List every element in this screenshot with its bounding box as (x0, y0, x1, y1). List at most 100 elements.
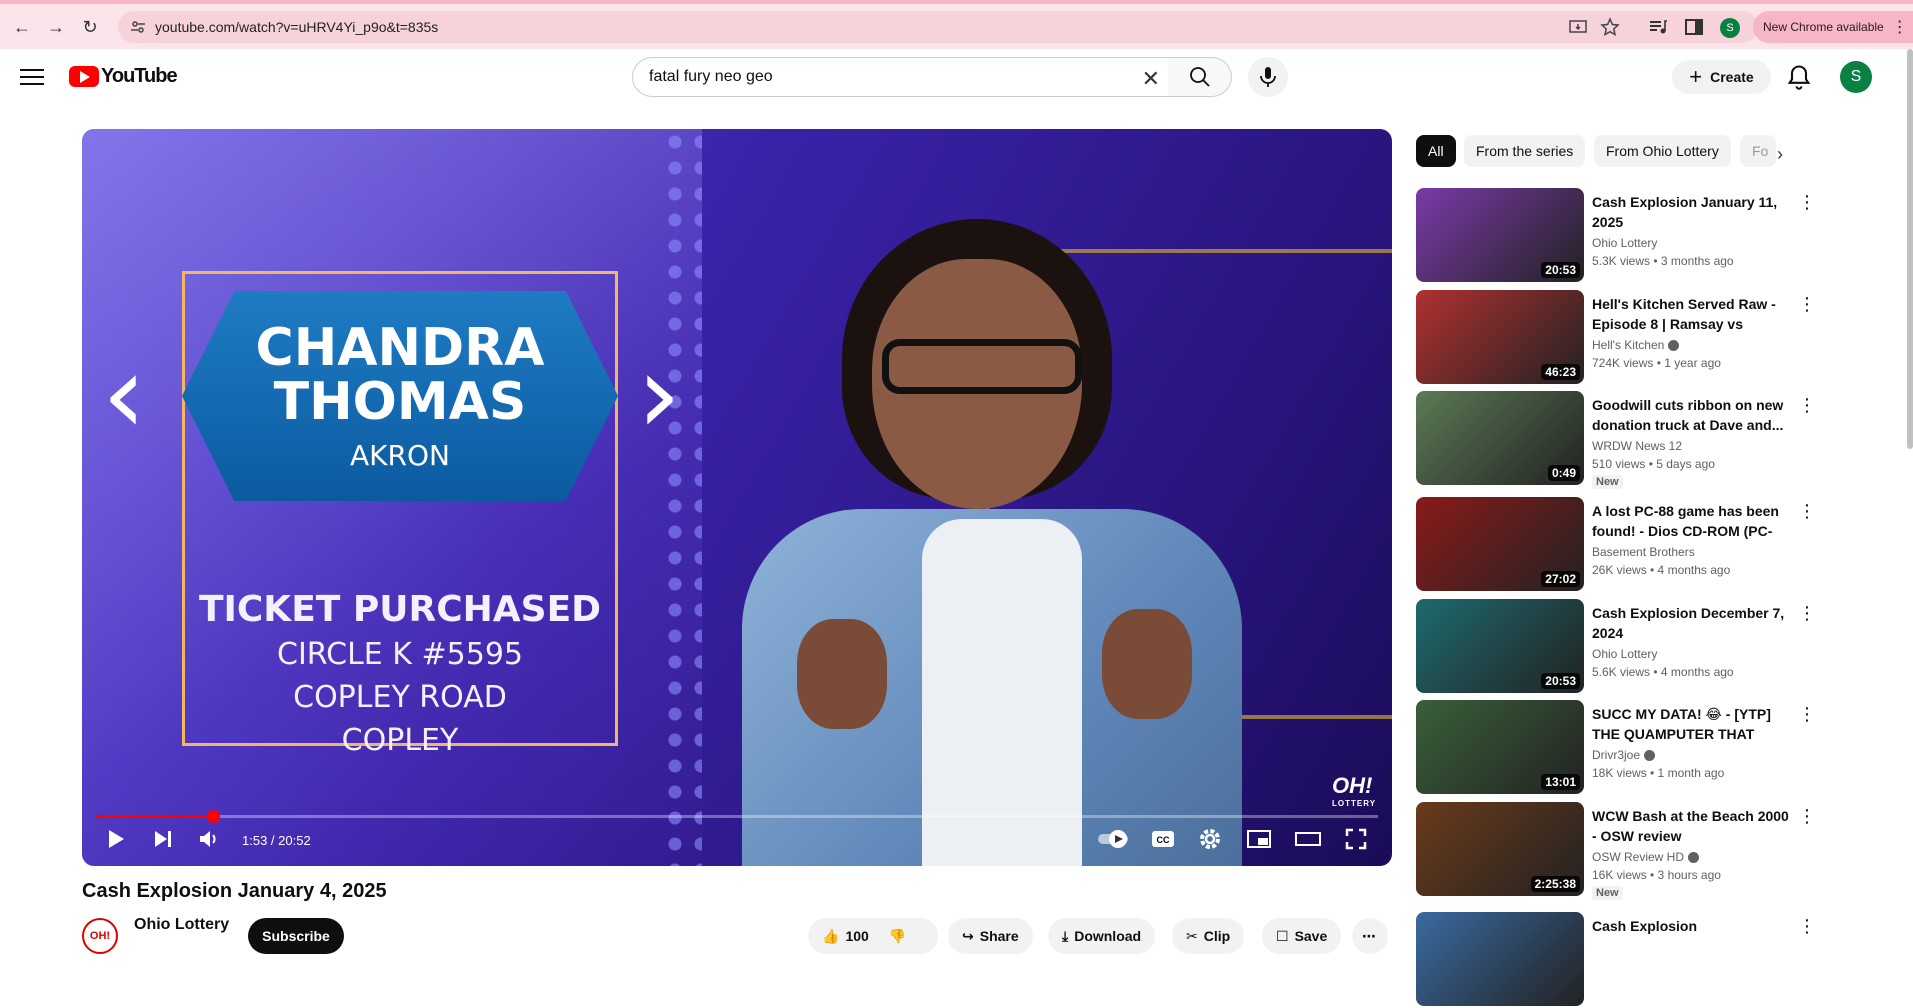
chevron-right-icon[interactable]: › (1777, 144, 1783, 165)
recommendation-title[interactable]: Cash Explosion (1592, 916, 1792, 936)
miniplayer-icon[interactable] (1246, 827, 1272, 851)
contestant-figure (702, 219, 1262, 866)
install-app-icon[interactable] (1568, 17, 1588, 37)
recommendation-item[interactable]: 20:53 Cash Explosion December 7, 2024 Ohio… (1416, 599, 1896, 695)
clip-button[interactable]: ✂ Clip (1172, 918, 1245, 954)
back-icon[interactable]: ← (8, 13, 36, 41)
recommendation-channel[interactable]: Hell's Kitchen (1592, 338, 1680, 352)
chip-from-series[interactable]: From the series (1464, 135, 1586, 167)
progress-bar[interactable] (96, 810, 1378, 823)
chip-truncated[interactable]: Fo (1740, 135, 1776, 167)
share-button[interactable]: ↪ Share (948, 918, 1033, 954)
forward-icon[interactable]: → (42, 13, 70, 41)
chrome-profile-avatar[interactable]: S (1720, 18, 1740, 38)
clip-label: Clip (1203, 928, 1231, 944)
video-thumbnail[interactable]: 13:01 (1416, 700, 1584, 794)
more-vertical-icon[interactable]: ⋮ (1798, 395, 1816, 416)
recommendation-item[interactable]: 13:01 SUCC MY DATA! 😂 - [YTP] THE QUAMPUT… (1416, 700, 1896, 796)
video-thumbnail[interactable]: 20:53 (1416, 188, 1584, 282)
progress-scrubber[interactable] (206, 810, 220, 823)
side-panel-icon[interactable] (1684, 17, 1704, 37)
recommendation-title[interactable]: WCW Bash at the Beach 2000 - OSW review (1592, 806, 1792, 846)
youtube-logo[interactable]: YouTube (69, 65, 178, 88)
account-avatar[interactable]: S (1840, 61, 1872, 93)
settings-gear-icon[interactable] (1198, 827, 1222, 851)
more-vertical-icon[interactable]: ⋮ (1798, 501, 1816, 522)
page-scrollbar[interactable] (1907, 49, 1913, 449)
video-thumbnail[interactable]: 46:23 (1416, 290, 1584, 384)
notifications-bell-icon[interactable] (1785, 63, 1813, 91)
voice-search-button[interactable] (1248, 57, 1288, 97)
chip-all[interactable]: All (1416, 135, 1456, 167)
more-vertical-icon[interactable]: ⋮ (1798, 916, 1816, 937)
recommendation-title[interactable]: Cash Explosion December 7, 2024 (1592, 603, 1792, 643)
recommendation-title[interactable]: Goodwill cuts ribbon on new donation tru… (1592, 395, 1792, 435)
search-button[interactable] (1168, 57, 1232, 97)
more-vertical-icon[interactable]: ⋮ (1798, 704, 1816, 725)
ticket-info: TICKET PURCHASED CIRCLE K #5595 COPLEY R… (182, 589, 618, 759)
media-controls-icon[interactable] (1648, 17, 1668, 37)
recommendation-item[interactable]: 20:53 Cash Explosion January 11, 2025 Ohio… (1416, 188, 1896, 284)
more-vertical-icon[interactable]: ⋮ (1798, 603, 1816, 624)
create-button[interactable]: + Create (1672, 60, 1771, 94)
volume-icon[interactable] (198, 827, 220, 851)
more-vertical-icon[interactable]: ⋮ (1798, 806, 1816, 827)
recommendation-item[interactable]: 27:02 A lost PC-88 game has been found! -… (1416, 497, 1896, 593)
search-input[interactable] (649, 68, 1109, 86)
kebab-menu-icon[interactable]: ⋮ (1892, 17, 1908, 37)
video-thumbnail[interactable]: 0:49 (1416, 391, 1584, 485)
recommendation-channel[interactable]: Ohio Lottery (1592, 647, 1657, 661)
recommendation-channel[interactable]: WRDW News 12 (1592, 439, 1682, 453)
recommendation-meta: 16K views • 3 hours ago (1592, 868, 1721, 882)
hamburger-menu-icon[interactable] (20, 66, 44, 86)
video-thumbnail[interactable]: 20:53 (1416, 599, 1584, 693)
duration-badge: 0:49 (1547, 465, 1580, 481)
recommendation-item[interactable]: Cash Explosion ⋮ (1416, 912, 1896, 1008)
recommendation-channel[interactable]: Drivr3joe (1592, 748, 1656, 762)
recommendation-channel[interactable]: OSW Review HD (1592, 850, 1700, 864)
video-thumbnail[interactable]: 2:25:38 (1416, 802, 1584, 896)
ticket-road: COPLEY ROAD (293, 680, 507, 715)
recommendation-item[interactable]: 2:25:38 WCW Bash at the Beach 2000 - OSW … (1416, 802, 1896, 900)
more-horizontal-icon: ⋯ (1362, 927, 1376, 944)
more-vertical-icon[interactable]: ⋮ (1798, 294, 1816, 315)
recommendation-channel[interactable]: Basement Brothers (1592, 545, 1695, 559)
video-player[interactable]: CHANDRA THOMAS AKRON ‹ › TICKET PURCHASE… (82, 129, 1392, 866)
theater-mode-icon[interactable] (1294, 827, 1322, 851)
subscribe-button[interactable]: Subscribe (248, 918, 344, 954)
recommendation-item[interactable]: 0:49 Goodwill cuts ribbon on new donation… (1416, 391, 1896, 489)
captions-icon[interactable]: CC (1150, 827, 1176, 851)
duration-badge: 27:02 (1541, 571, 1580, 587)
recommendation-title[interactable]: Cash Explosion January 11, 2025 (1592, 192, 1792, 232)
save-playlist-icon: ☐ (1276, 927, 1289, 944)
video-thumbnail[interactable] (1416, 912, 1584, 1006)
site-settings-icon[interactable] (130, 19, 146, 35)
recommendation-title[interactable]: Hell's Kitchen Served Raw - Episode 8 | … (1592, 294, 1792, 334)
channel-name[interactable]: Ohio Lottery (134, 916, 229, 934)
next-video-icon[interactable] (152, 827, 174, 851)
recommendation-meta: 5.6K views • 4 months ago (1592, 665, 1734, 679)
clear-search-icon[interactable]: ✕ (1142, 66, 1160, 92)
fullscreen-icon[interactable] (1344, 827, 1368, 851)
reload-icon[interactable]: ↻ (76, 13, 104, 41)
chevron-left-graphic: ‹ (102, 330, 146, 458)
channel-avatar[interactable]: OH! (82, 918, 118, 954)
more-actions-button[interactable]: ⋯ (1352, 918, 1388, 954)
autoplay-toggle-icon[interactable] (1096, 827, 1132, 851)
address-bar[interactable]: youtube.com/watch?v=uHRV4Yi_p9o&t=835s (118, 11, 1758, 43)
recommendation-title[interactable]: A lost PC-88 game has been found! - Dios… (1592, 501, 1792, 541)
bookmark-star-icon[interactable] (1600, 17, 1620, 37)
video-thumbnail[interactable]: 27:02 (1416, 497, 1584, 591)
recommendation-item[interactable]: 46:23 Hell's Kitchen Served Raw - Episode… (1416, 290, 1896, 386)
recommendation-meta: 26K views • 4 months ago (1592, 563, 1731, 577)
new-chrome-button[interactable]: New Chrome available ⋮ (1753, 11, 1913, 43)
more-vertical-icon[interactable]: ⋮ (1798, 192, 1816, 213)
chip-from-ohio-lottery[interactable]: From Ohio Lottery (1594, 135, 1731, 167)
play-icon[interactable] (106, 827, 126, 851)
like-button[interactable]: 👍 100 👎 (808, 918, 938, 954)
save-button[interactable]: ☐ Save (1262, 918, 1342, 954)
download-button[interactable]: ⤓ Download (1048, 918, 1156, 954)
recommendation-channel[interactable]: Ohio Lottery (1592, 236, 1657, 250)
recommendation-title[interactable]: SUCC MY DATA! 😂 - [YTP] THE QUAMPUTER TH… (1592, 704, 1792, 744)
thumbs-down-icon[interactable]: 👎 (889, 928, 906, 945)
